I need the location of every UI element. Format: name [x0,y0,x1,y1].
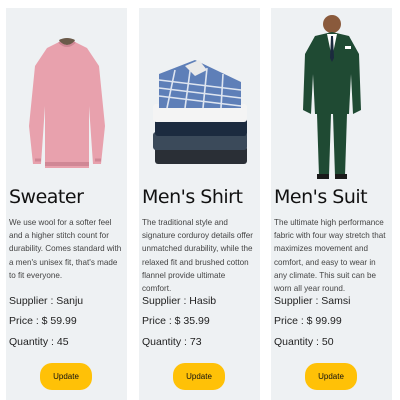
update-button[interactable]: Update [40,363,92,390]
product-description: We use wool for a softer feel and a high… [9,218,122,280]
product-image [6,14,127,180]
pink-sweater-image [28,38,105,168]
update-button[interactable]: Update [173,363,225,390]
product-supplier: Supplier : Hasib [142,295,217,307]
product-title: Sweater [9,186,84,208]
folded-shirts-image [152,60,247,164]
product-quantity: Quantity : 73 [142,336,202,348]
product-supplier: Supplier : Sanju [9,295,84,307]
product-supplier: Supplier : Samsi [274,295,351,307]
product-card-mens-suit: Men's Suit The ultimate high performance… [271,8,392,400]
product-card-mens-shirt: Men's Shirt The traditional style and si… [139,8,260,400]
product-price: Price : $ 99.99 [274,315,342,327]
product-quantity: Quantity : 50 [274,336,334,348]
product-description: The traditional style and signature cord… [142,218,253,294]
product-quantity: Quantity : 45 [9,336,69,348]
product-description: The ultimate high performance fabric wit… [274,218,386,294]
green-suit-image [302,15,361,179]
product-card-sweater: Sweater We use wool for a softer feel an… [6,8,127,400]
product-price: Price : $ 35.99 [142,315,210,327]
product-title: Men's Suit [274,186,368,208]
product-image [139,14,260,180]
update-button[interactable]: Update [305,363,357,390]
product-title: Men's Shirt [142,186,243,208]
product-image [271,14,392,180]
product-price: Price : $ 59.99 [9,315,77,327]
